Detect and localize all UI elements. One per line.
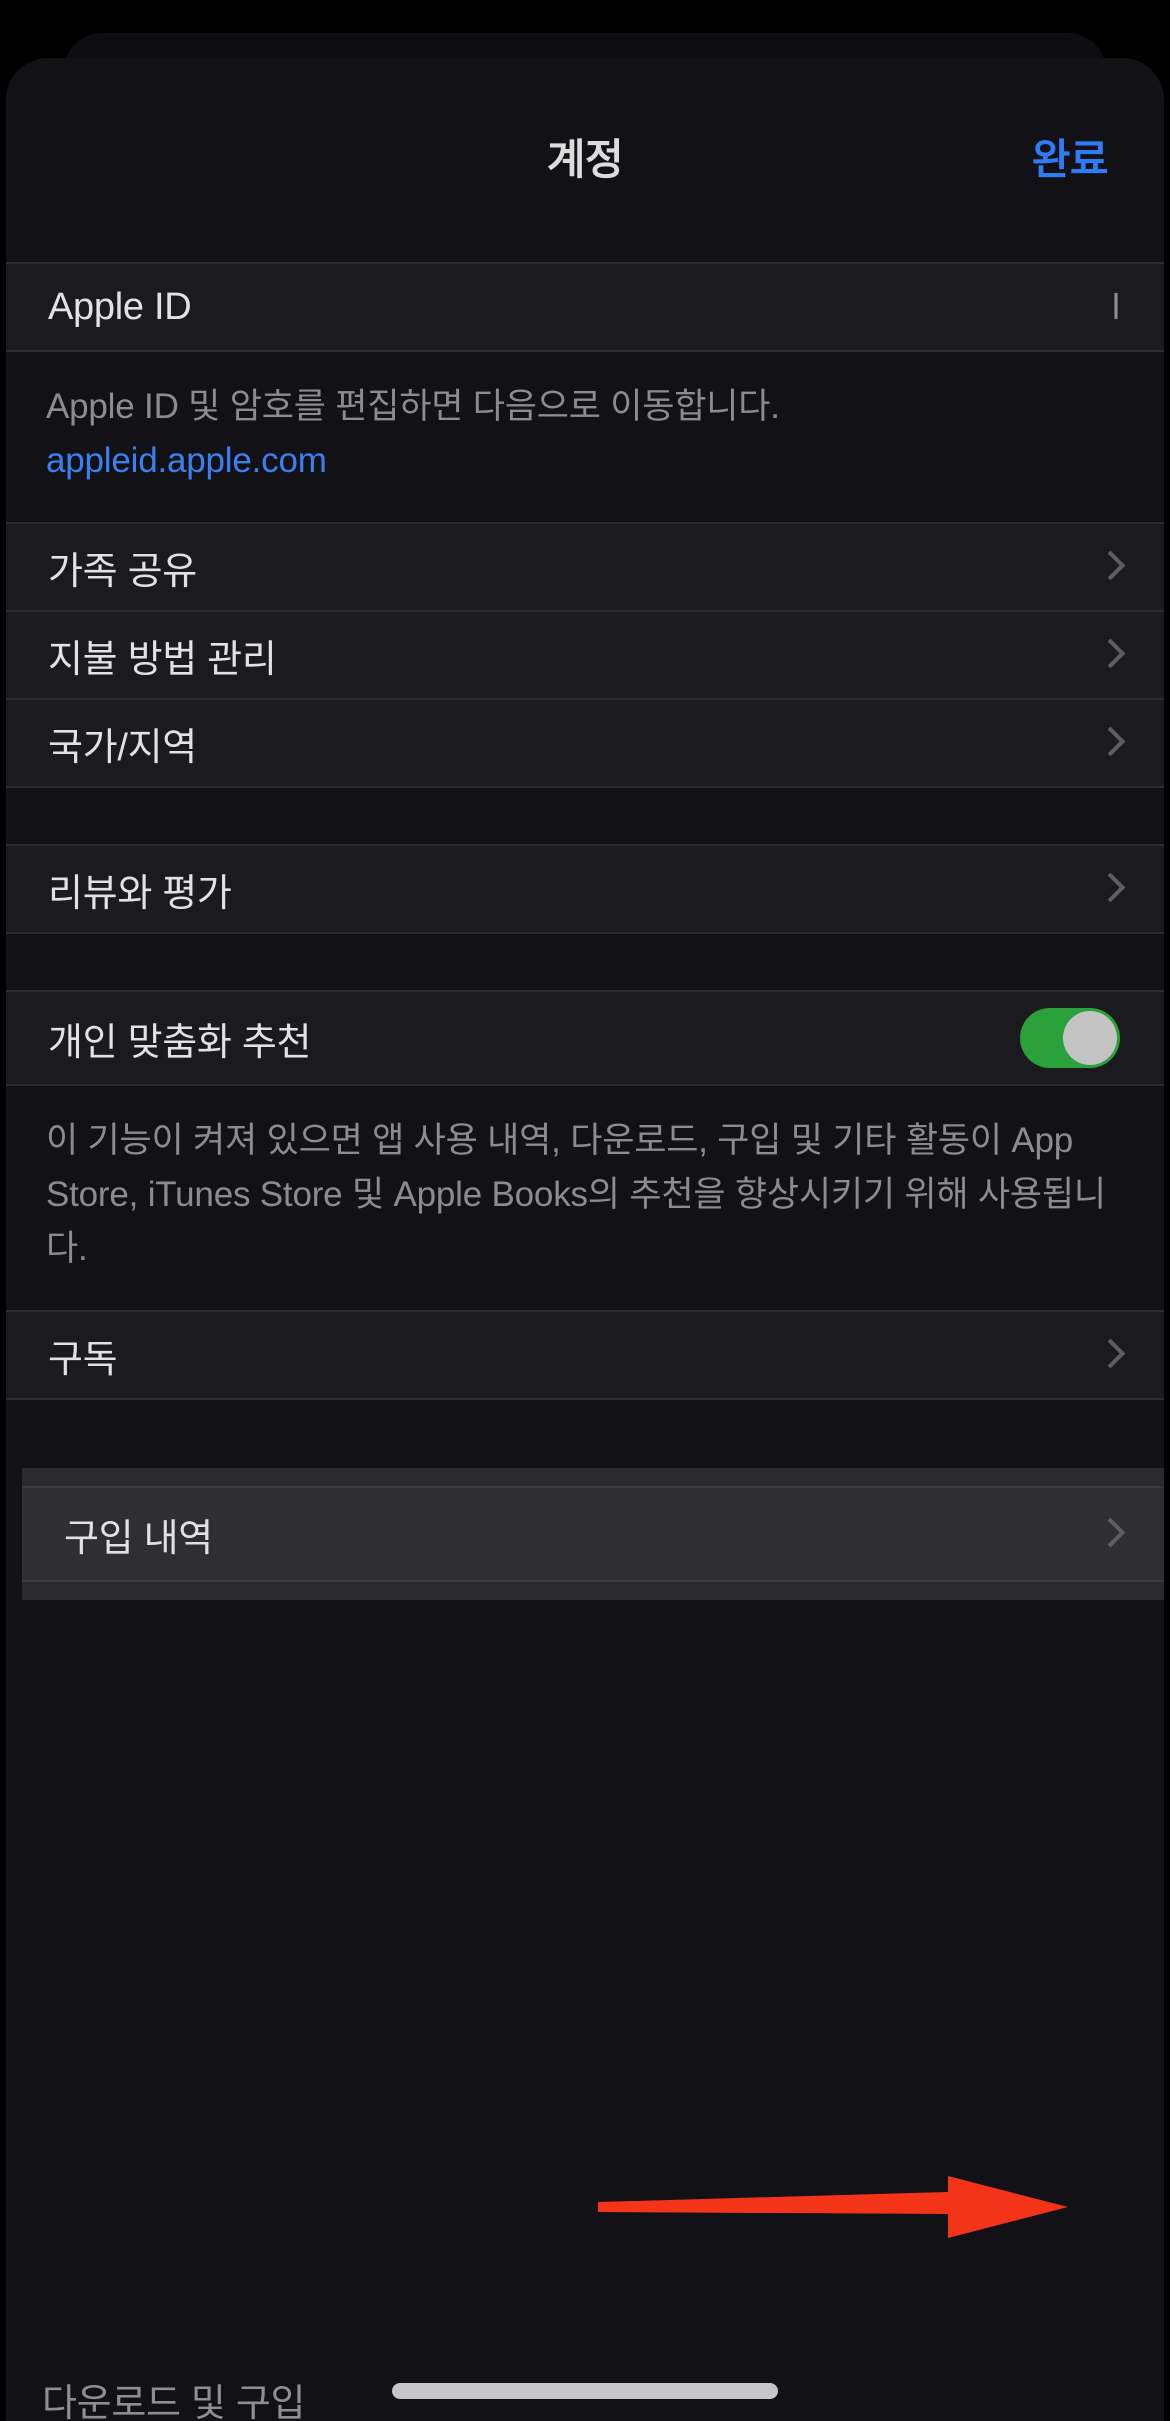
row-personalized-recommendations[interactable]: 개인 맞춤화 추천 [6,992,1164,1084]
purchase-history-highlight-inner: 구입 내역 [22,1468,1164,1600]
chevron-right-icon [1098,548,1120,586]
subscriptions-label: 구독 [48,1338,118,1381]
personalization-footer: 이 기능이 켜져 있으면 앱 사용 내역, 다운로드, 구입 및 기타 활동이 … [6,1086,1164,1310]
purchase-history-highlight-band: 구입 내역 [6,1468,1164,1600]
reviews-group: 리뷰와 평가 [6,844,1164,934]
purchase-history-label: 구입 내역 [64,1517,213,1560]
apple-id-group: Apple ID l [6,262,1164,352]
chevron-right-icon [1098,724,1120,762]
chevron-right-icon [1098,870,1120,908]
bottom-area: 다운로드 및 구입 [6,2301,1164,2421]
apple-id-footer-text: Apple ID 및 암호를 편집하면 다음으로 이동합니다. [46,387,780,426]
section-gap [6,934,1164,990]
personalization-footer-text: 이 기능이 켜져 있으면 앱 사용 내역, 다운로드, 구입 및 기타 활동이 … [46,1121,1106,1268]
row-purchase-history[interactable]: 구입 내역 [22,1486,1164,1582]
personalization-group: 개인 맞춤화 추천 [6,990,1164,1086]
row-reviews-and-ratings[interactable]: 리뷰와 평가 [6,846,1164,932]
downloads-and-purchases-header: 다운로드 및 구입 [42,2383,306,2421]
navigation-bar: 계정 완료 [6,58,1164,210]
subscription-group: 구독 [6,1310,1164,1400]
done-button[interactable]: 완료 [1032,126,1109,187]
chevron-right-icon [1098,636,1120,674]
home-indicator[interactable] [392,2383,778,2399]
page-title: 계정 [546,136,624,183]
personalized-recommendations-toggle[interactable] [1020,1008,1120,1068]
chevron-right-icon [1098,1515,1120,1553]
family-sharing-label: 가족 공유 [48,550,197,593]
row-apple-id[interactable]: Apple ID l [6,264,1164,350]
management-group: 가족 공유 지불 방법 관리 국가/지역 [6,522,1164,788]
toggle-knob [1063,1011,1117,1065]
navbar-spacer [6,210,1164,262]
reviews-and-ratings-label: 리뷰와 평가 [48,872,232,915]
section-gap [6,1400,1164,1468]
account-modal-sheet: 계정 완료 Apple ID l Apple ID 및 암호를 편집하면 다음으… [6,58,1164,2421]
row-manage-payment-methods[interactable]: 지불 방법 관리 [6,610,1164,698]
row-family-sharing[interactable]: 가족 공유 [6,524,1164,610]
section-gap [6,788,1164,844]
app-screen: 계정 완료 Apple ID l Apple ID 및 암호를 편집하면 다음으… [0,0,1170,2421]
chevron-right-icon [1098,1336,1120,1374]
apple-id-footer: Apple ID 및 암호를 편집하면 다음으로 이동합니다. appleid.… [6,352,1164,522]
appleid-website-link[interactable]: appleid.apple.com [46,434,1124,488]
apple-id-label: Apple ID [48,285,192,328]
apple-id-value: l [1112,286,1120,327]
personalized-recommendations-label: 개인 맞춤화 추천 [48,1021,312,1064]
country-region-label: 국가/지역 [48,726,197,769]
row-subscriptions[interactable]: 구독 [6,1312,1164,1398]
manage-payment-methods-label: 지불 방법 관리 [48,638,277,681]
row-country-region[interactable]: 국가/지역 [6,698,1164,786]
